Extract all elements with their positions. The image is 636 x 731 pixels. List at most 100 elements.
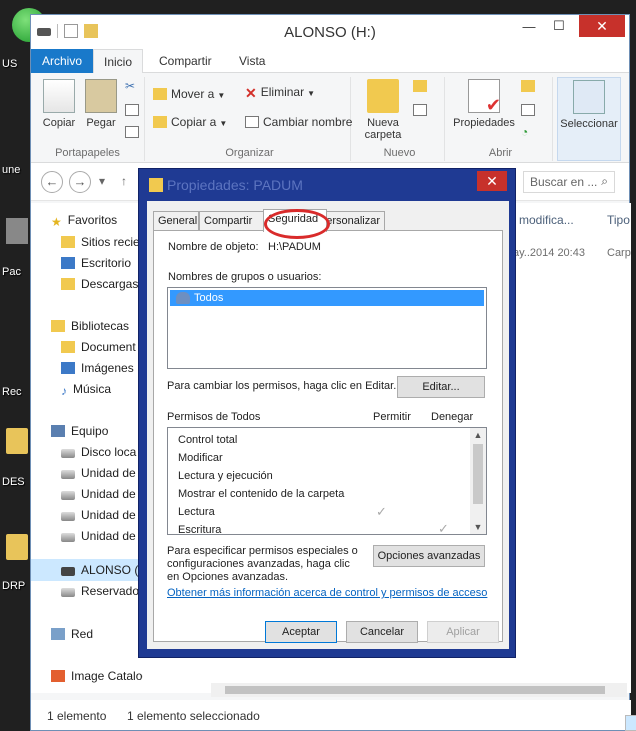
scroll-up-icon[interactable]: ▲ (470, 428, 486, 442)
list-item-todos[interactable]: Todos (170, 290, 484, 306)
nav-label: Escritorio (81, 256, 132, 270)
apply-button[interactable]: Aplicar (427, 621, 499, 643)
group-label: Organizar (225, 147, 274, 159)
tab-archivo[interactable]: Archivo (31, 49, 93, 73)
list-item-label: Todos (194, 292, 224, 304)
tab-compartir[interactable]: Compartir (149, 49, 222, 73)
select-button[interactable]: Seleccionar (558, 80, 620, 130)
paste-shortcut-icon[interactable] (125, 125, 143, 139)
nav-item-red[interactable]: Red (51, 627, 141, 641)
nav-item-bibliotecas[interactable]: Bibliotecas (51, 319, 141, 333)
pictures-icon (61, 362, 75, 374)
desktop-shortcut-icon[interactable] (6, 218, 28, 244)
list-item-type: Carp (607, 247, 631, 259)
copy-path-icon[interactable] (125, 103, 143, 117)
nav-label: Red (71, 627, 94, 641)
edit-icon[interactable] (521, 103, 539, 117)
edit-button[interactable]: Editar... (397, 376, 485, 398)
desktop-background (0, 0, 636, 14)
move-to-button[interactable]: Mover a ▼ (153, 87, 225, 101)
nav-label: Document (81, 340, 136, 354)
scrollbar-thumb[interactable] (225, 686, 605, 694)
tab-personalizar[interactable]: Personalizar (325, 211, 385, 231)
properties-button[interactable]: Propiedades (451, 79, 517, 129)
back-button[interactable]: ← (41, 171, 63, 193)
search-input[interactable]: Buscar en ... ⌕ (523, 171, 615, 193)
desktop-label: Rec (2, 386, 22, 398)
drive-icon (61, 512, 75, 521)
easy-access-icon[interactable] (413, 103, 431, 117)
advanced-options-button[interactable]: Opciones avanzadas (373, 545, 485, 567)
scroll-down-icon[interactable]: ▼ (470, 520, 486, 534)
groups-label: Nombres de grupos o usuarios: (168, 271, 322, 283)
folder-icon (153, 116, 167, 128)
horizontal-scrollbar[interactable] (211, 683, 627, 697)
vertical-scrollbar[interactable]: ▲ ▼ (470, 428, 486, 534)
large-icons-view-icon[interactable] (625, 715, 636, 731)
nav-label: Unidad de (81, 529, 136, 543)
more-info-link[interactable]: Obtener más información acerca de contro… (167, 587, 487, 599)
group-label: Portapapeles (55, 147, 120, 159)
recent-places-icon (61, 236, 75, 248)
documents-icon (61, 341, 75, 353)
copy-to-button[interactable]: Copiar a ▼ (153, 115, 227, 129)
nav-item-image-catalog[interactable]: Image Catalog (51, 669, 151, 683)
nav-label: Bibliotecas (71, 319, 130, 333)
permission-row: Lectura y ejecución (178, 470, 273, 482)
nav-label: Imágenes (81, 361, 134, 375)
dialog-close-button[interactable]: ✕ (477, 171, 507, 191)
search-icon: ⌕ (601, 174, 608, 188)
history-icon[interactable]: ◔ (521, 125, 528, 139)
ok-button[interactable]: Aceptar (265, 621, 337, 643)
groups-listbox[interactable]: Todos (167, 287, 487, 369)
recent-locations-button[interactable]: ▾ (99, 174, 105, 188)
desktop-label: DRP (2, 580, 26, 592)
tab-seguridad[interactable]: Seguridad (263, 209, 327, 232)
group-abrir: Propiedades ◔ Abrir (449, 77, 553, 161)
nav-label: ALONSO ( (81, 563, 139, 577)
new-item-icon[interactable] (413, 79, 431, 93)
maximize-button[interactable]: ☐ (545, 15, 573, 37)
new-folder-button[interactable]: Nueva carpeta (359, 79, 407, 141)
permission-row: Lectura (178, 506, 215, 518)
paste-button[interactable]: Pegar (81, 79, 121, 129)
cancel-button[interactable]: Cancelar (346, 621, 418, 643)
forward-button[interactable]: → (69, 171, 91, 193)
minimize-button[interactable]: — (515, 15, 543, 37)
close-button[interactable]: ✕ (579, 15, 625, 37)
nav-item-equipo[interactable]: Equipo (51, 424, 141, 438)
permission-row: Mostrar el contenido de la carpeta (178, 488, 345, 500)
title-bar[interactable]: ALONSO (H:) — ☐ ✕ (31, 15, 629, 49)
desktop-folder-icon[interactable] (6, 428, 28, 454)
status-selected-count: 1 elemento seleccionado (127, 709, 260, 723)
column-header-fecha[interactable]: e modifica... (509, 213, 574, 227)
tab-inicio[interactable]: Inicio (93, 49, 144, 74)
column-header-tipo[interactable]: Tipo (607, 213, 630, 227)
copy-button[interactable]: Copiar (39, 79, 79, 129)
rename-button[interactable]: Cambiar nombre (245, 115, 352, 129)
desktop-icon (61, 257, 75, 269)
delete-button[interactable]: ✕ Eliminar ▼ (245, 85, 315, 101)
tab-vista[interactable]: Vista (229, 49, 275, 73)
group-label: Nuevo (383, 147, 416, 159)
change-permissions-text: Para cambiar los permisos, haga clic en … (167, 380, 397, 392)
delete-label: Eliminar (260, 85, 305, 99)
nav-label: Equipo (71, 424, 109, 438)
nav-label: Descargas (81, 277, 139, 291)
nav-label: Disco loca (81, 445, 137, 459)
nav-item-favoritos[interactable]: ★ Favoritos (51, 213, 141, 227)
desktop-strip: US une Pac Rec DES DRP (0, 0, 46, 731)
desktop-folder-icon[interactable] (6, 534, 28, 560)
properties-icon (468, 79, 501, 116)
navigation-pane: ★ Favoritos Sitios recie Escritorio Desca… (31, 203, 149, 693)
open-icon[interactable] (521, 79, 539, 93)
status-bar: 1 elemento 1 elemento seleccionado (31, 700, 636, 731)
desktop-label: une (2, 164, 21, 176)
scissors-icon[interactable]: ✂ (125, 79, 135, 93)
tab-general[interactable]: General (153, 211, 199, 231)
scrollbar-thumb[interactable] (473, 444, 483, 504)
up-button[interactable]: ↑ (121, 174, 127, 188)
tab-compartir[interactable]: Compartir (199, 211, 265, 231)
permissions-list[interactable]: Control total Modificar Lectura y ejecuc… (167, 427, 487, 535)
copy-to-label: Copiar a (171, 115, 217, 129)
